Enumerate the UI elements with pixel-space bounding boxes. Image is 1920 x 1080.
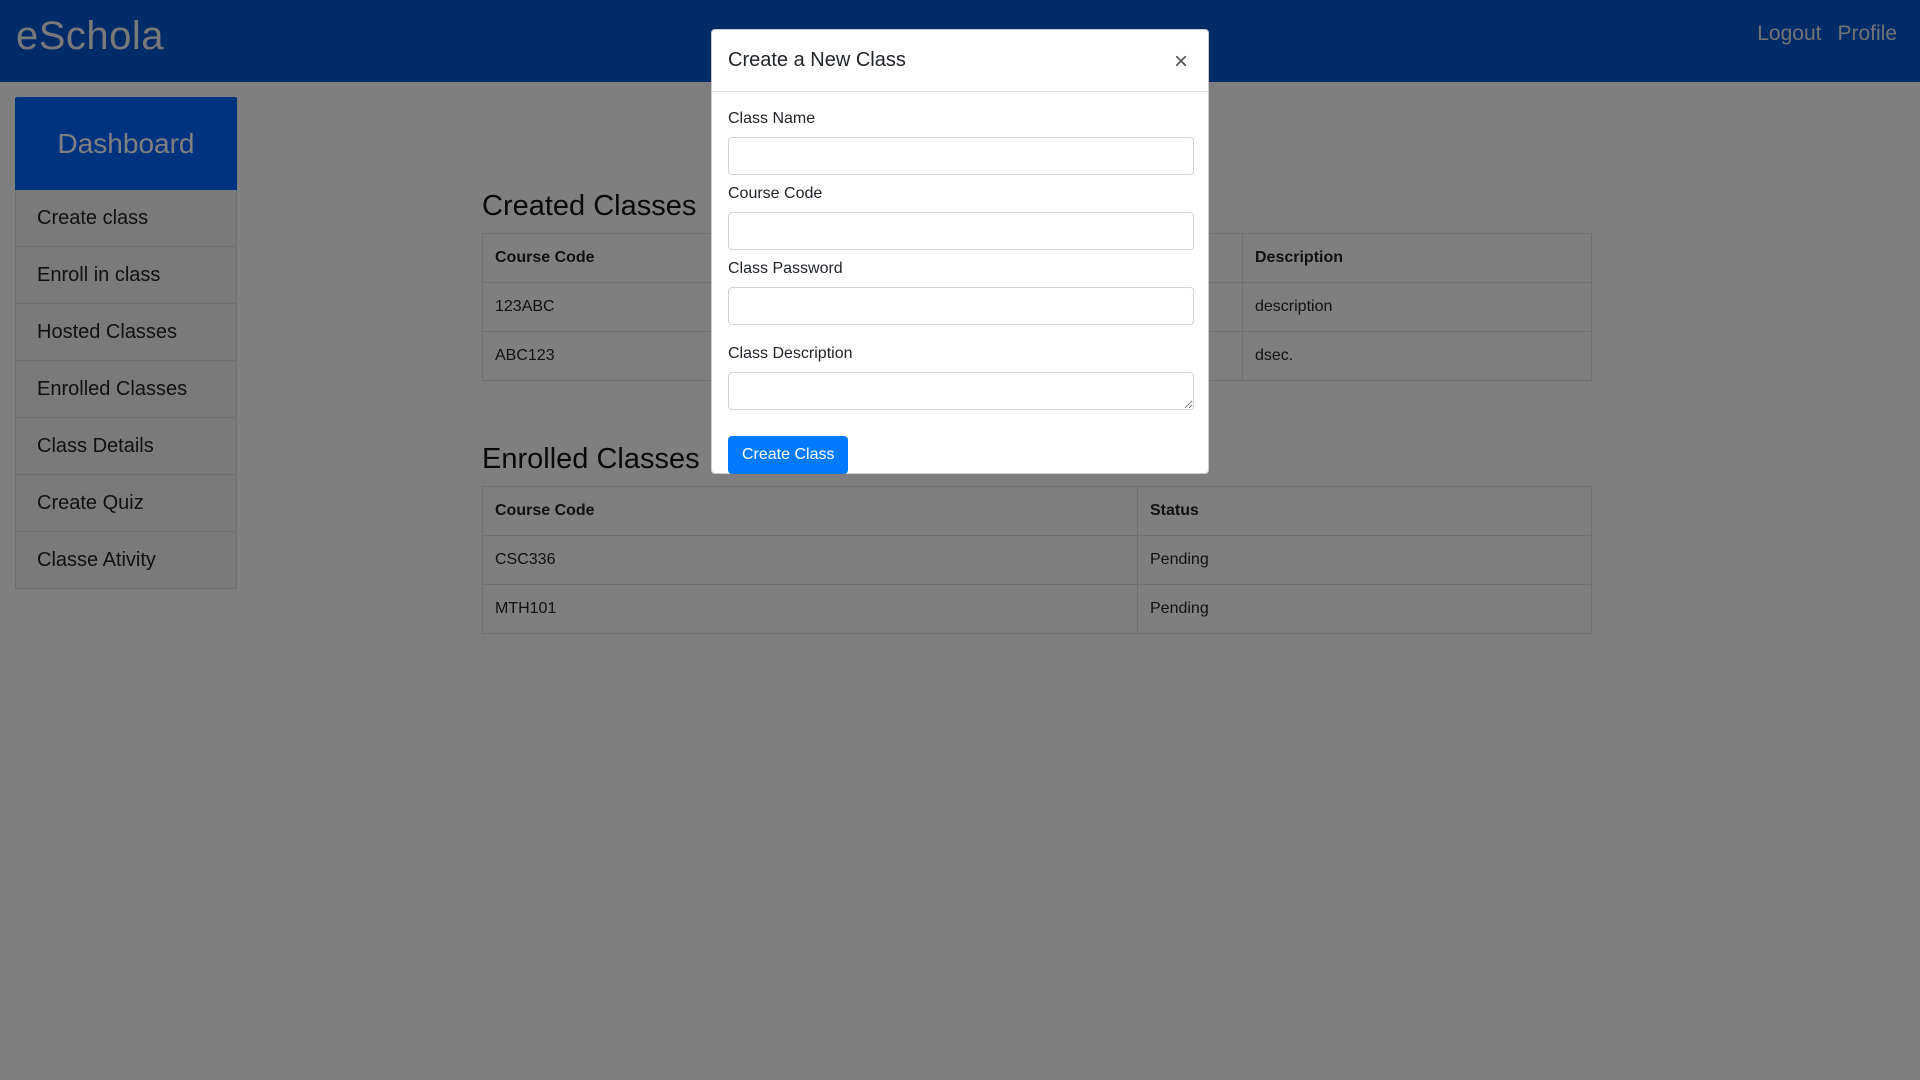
class-password-label: Class Password — [728, 260, 843, 277]
create-class-modal: Create a New Class × Class Name Course C… — [711, 29, 1209, 474]
class-password-group: Class Password — [728, 260, 1194, 325]
course-code-input[interactable] — [728, 212, 1194, 250]
class-description-label: Class Description — [728, 345, 853, 362]
course-code-label: Course Code — [728, 185, 823, 202]
class-name-label: Class Name — [728, 110, 816, 127]
create-class-button[interactable]: Create Class — [728, 436, 849, 474]
class-description-textarea[interactable] — [728, 372, 1194, 410]
modal-header: Create a New Class × — [712, 30, 1208, 92]
page: eSchola Logout Profile Dashboard Create … — [0, 0, 1920, 1080]
class-name-input[interactable] — [728, 137, 1194, 175]
course-code-group: Course Code — [728, 185, 1194, 250]
modal-body: Class Name Course Code Class Password Cl… — [712, 92, 1208, 490]
class-description-group: Class Description — [728, 345, 1194, 410]
modal-title: Create a New Class — [728, 49, 906, 71]
close-icon[interactable]: × — [1170, 49, 1192, 73]
class-password-input[interactable] — [728, 287, 1194, 325]
class-name-group: Class Name — [728, 110, 1194, 175]
